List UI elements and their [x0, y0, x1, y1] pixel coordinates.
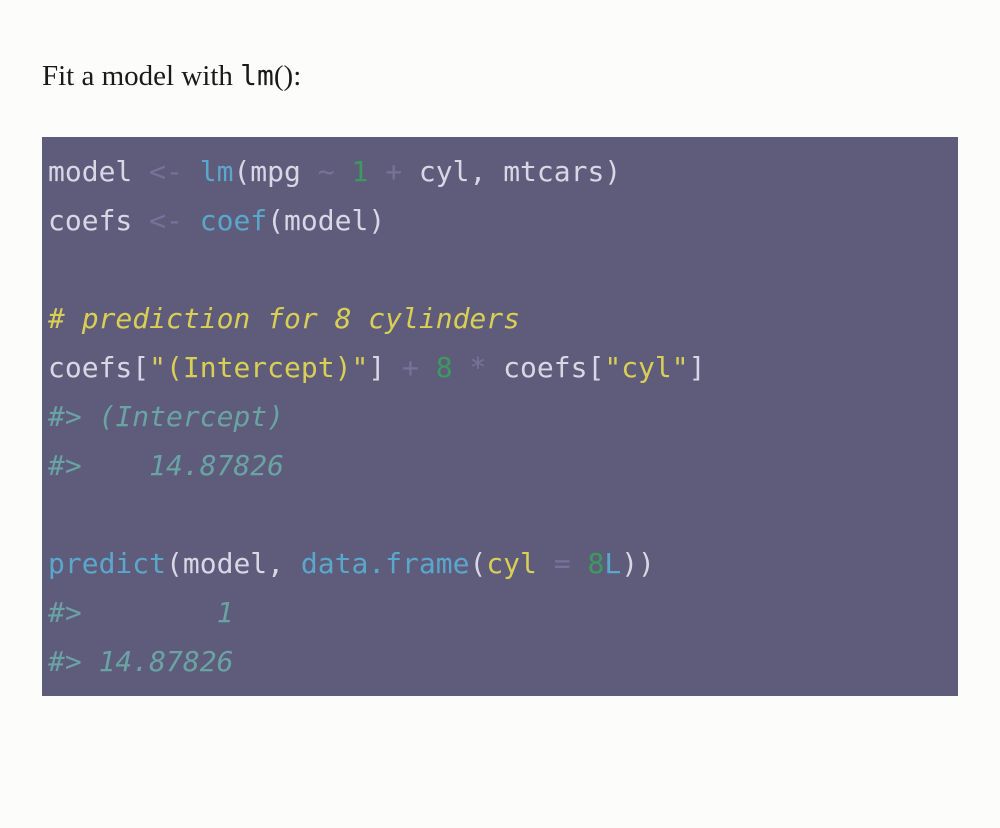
output: #> (Intercept) — [48, 400, 301, 433]
number: 1 — [351, 155, 368, 188]
token — [335, 155, 352, 188]
assign-op: <- — [149, 155, 183, 188]
number: 8 — [436, 351, 453, 384]
tilde-op: ~ — [318, 155, 335, 188]
number: 8 — [587, 547, 604, 580]
token — [368, 155, 385, 188]
code-line-9: predict(model, data.frame(cyl = 8L)) — [48, 547, 655, 580]
output: #> 14.87826 — [48, 449, 301, 482]
intro-prefix: Fit a model with — [42, 60, 240, 92]
fn-dataframe: data.frame — [301, 547, 470, 580]
code-line-2: coefs <- coef(model) — [48, 204, 385, 237]
code-line-11: #> 14.87826 — [48, 645, 233, 678]
code-line-5: coefs["(Intercept)"] + 8 * coefs["cyl"] — [48, 351, 706, 384]
arg-name: cyl — [486, 547, 537, 580]
token: ] — [368, 351, 402, 384]
fn-lm: lm — [200, 155, 234, 188]
token: model — [48, 155, 149, 188]
output: #> 14.87826 — [48, 645, 233, 678]
token: coefs — [48, 204, 149, 237]
token: cyl, mtcars) — [402, 155, 621, 188]
token — [453, 351, 470, 384]
int-suffix: L — [604, 547, 621, 580]
token: (mpg — [233, 155, 317, 188]
string: "(Intercept)" — [149, 351, 368, 384]
code-line-6: #> (Intercept) — [48, 400, 301, 433]
string: "cyl" — [604, 351, 688, 384]
code-line-7: #> 14.87826 — [48, 449, 301, 482]
code-line-3 — [48, 253, 65, 286]
intro-code-fn: lm — [240, 59, 274, 92]
eq-op: = — [554, 547, 571, 580]
intro-suffix: (): — [274, 60, 301, 92]
page: Fit a model with lm(): model <- lm(mpg ~… — [0, 0, 1000, 696]
assign-op: <- — [149, 204, 183, 237]
plus-op: + — [402, 351, 419, 384]
token: (model) — [267, 204, 385, 237]
plus-op: + — [385, 155, 402, 188]
token: (model, — [166, 547, 301, 580]
code-line-8 — [48, 498, 65, 531]
code-block: model <- lm(mpg ~ 1 + cyl, mtcars) coefs… — [42, 137, 958, 696]
code-line-1: model <- lm(mpg ~ 1 + cyl, mtcars) — [48, 155, 621, 188]
comment: # prediction for 8 cylinders — [48, 302, 520, 335]
blank — [48, 498, 65, 531]
fn-coef: coef — [200, 204, 267, 237]
blank — [48, 253, 65, 286]
code-line-4: # prediction for 8 cylinders — [48, 302, 520, 335]
token: ] — [689, 351, 706, 384]
token: )) — [621, 547, 655, 580]
output: #> 1 — [48, 596, 250, 629]
intro-text: Fit a model with lm(): — [42, 55, 958, 99]
token: coefs[ — [486, 351, 604, 384]
token — [419, 351, 436, 384]
star-op: * — [469, 351, 486, 384]
token — [571, 547, 588, 580]
token — [183, 155, 200, 188]
token — [537, 547, 554, 580]
code-line-10: #> 1 — [48, 596, 250, 629]
token: ( — [469, 547, 486, 580]
fn-predict: predict — [48, 547, 166, 580]
token: coefs[ — [48, 351, 149, 384]
token — [183, 204, 200, 237]
